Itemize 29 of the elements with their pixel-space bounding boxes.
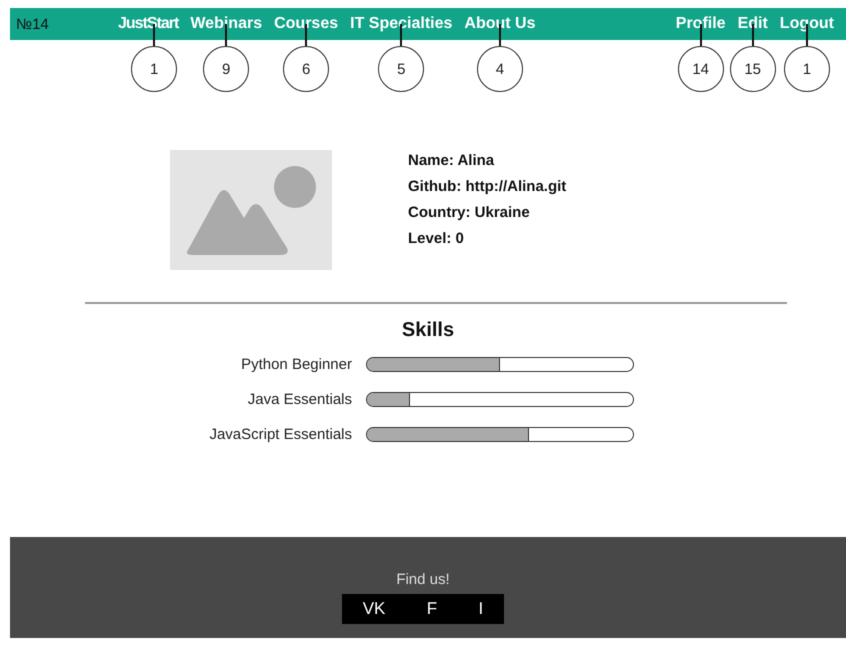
social-link[interactable]: VK xyxy=(362,599,386,619)
issue-number: №14 xyxy=(16,16,50,32)
nav-link[interactable]: Webinars xyxy=(190,15,262,33)
callout-number: 6 xyxy=(283,46,330,92)
section-title: Skills xyxy=(402,319,454,342)
profile-field: Name: Alina xyxy=(408,152,566,169)
nav-link[interactable]: IT Specialties xyxy=(350,15,452,33)
callout-number: 1 xyxy=(784,46,830,92)
nav-link[interactable]: About Us xyxy=(464,15,536,33)
callout-number: 4 xyxy=(476,46,523,92)
skill-name: JavaScript Essentials xyxy=(208,426,352,443)
callout-number: 14 xyxy=(678,46,724,92)
social-link[interactable]: I xyxy=(478,599,484,619)
social-link[interactable]: F xyxy=(426,599,438,619)
callout-number: 5 xyxy=(378,46,424,92)
callout-number: 9 xyxy=(203,46,250,92)
profile-field: Level: 0 xyxy=(408,230,566,247)
skill-name: Java Essentials xyxy=(246,391,352,408)
nav-link[interactable]: Profile xyxy=(676,15,726,33)
skill-name: Python Beginner xyxy=(240,356,352,373)
nav-link[interactable]: Courses xyxy=(274,15,338,33)
profile-field: Country: Ukraine xyxy=(408,204,566,221)
nav-link[interactable]: Edit xyxy=(738,15,768,33)
callout-number: 15 xyxy=(730,46,776,92)
footer-title: Find us! xyxy=(396,571,450,588)
logo[interactable]: JustStart xyxy=(118,15,178,32)
image-placeholder-icon xyxy=(170,150,332,270)
callout-number: 1 xyxy=(131,46,178,92)
profile-field: Github: http://Alina.git xyxy=(408,178,566,195)
